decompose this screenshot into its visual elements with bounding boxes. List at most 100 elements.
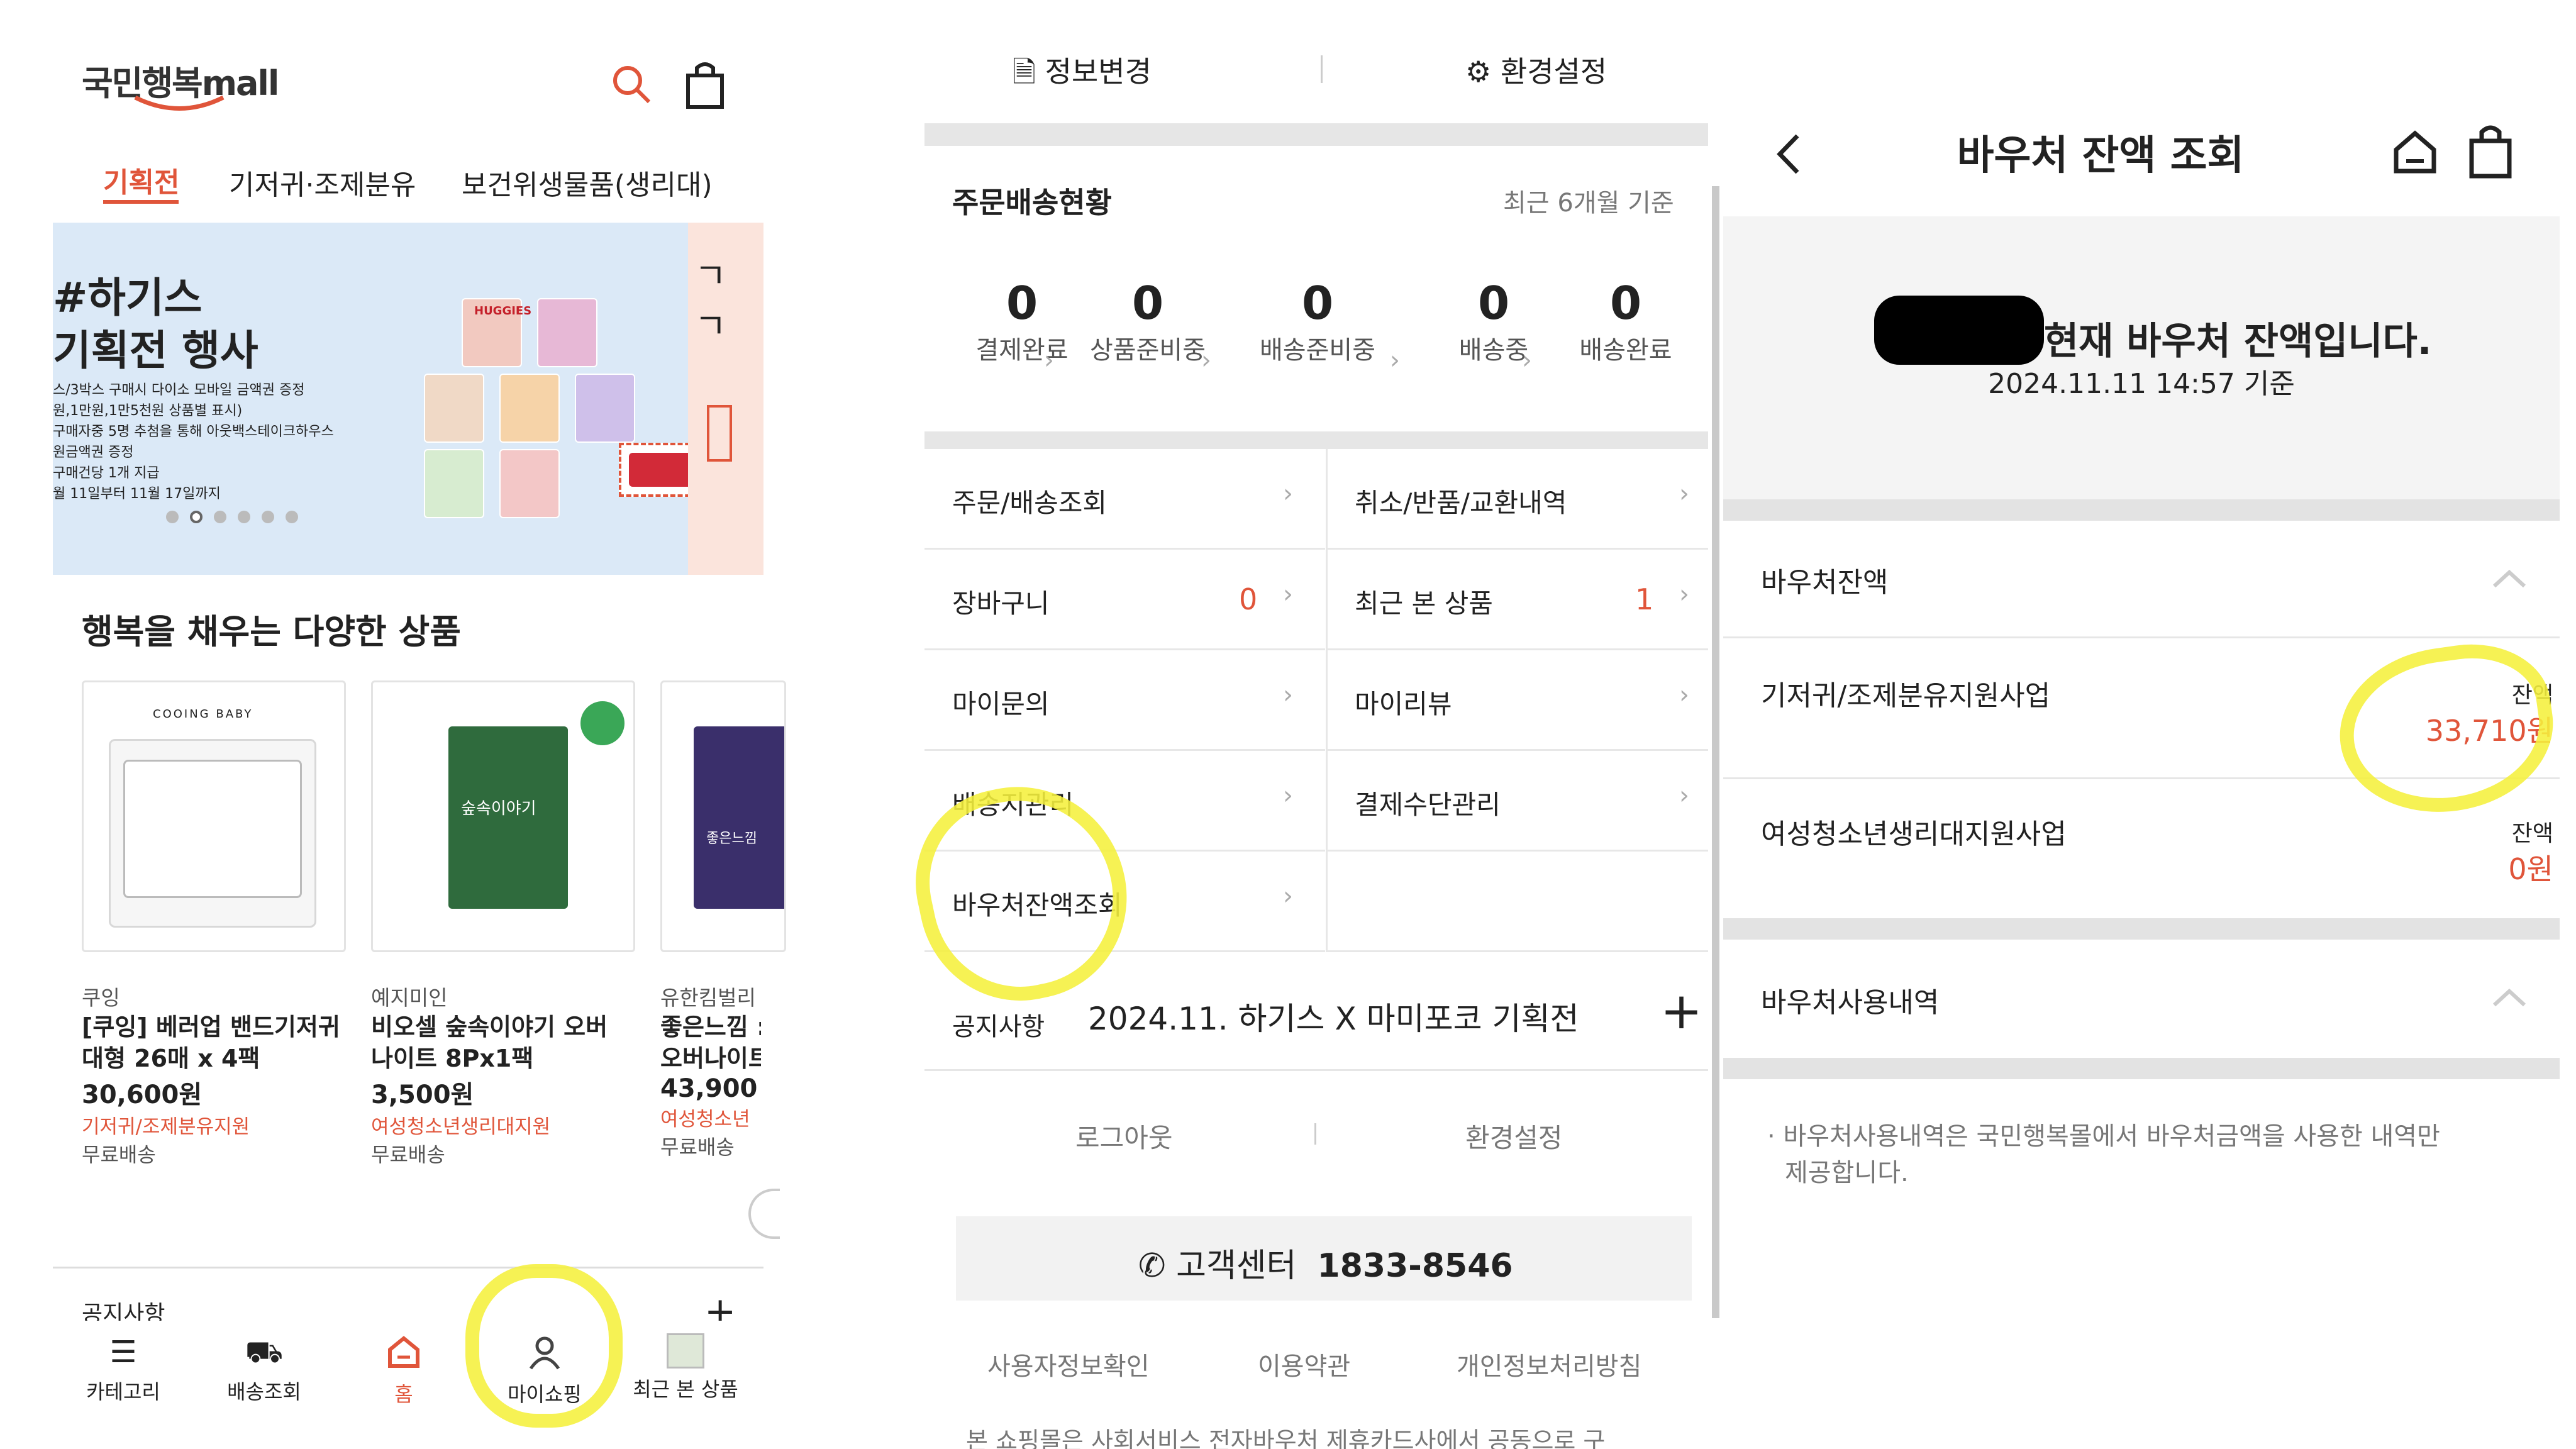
scroll-top-button[interactable]	[748, 1189, 780, 1239]
chevron-right-icon: ›	[1283, 580, 1293, 609]
order-status-item[interactable]: 0 배송중	[1421, 277, 1566, 366]
usage-note-line: 바우처사용내역은 국민행복몰에서 바우처금액을 사용한 내역만	[1783, 1122, 2440, 1151]
order-status-item[interactable]: 0 배송완료	[1553, 277, 1698, 366]
product-name: [쿠잉] 베러업 밴드기저귀	[82, 1013, 340, 1041]
menu-item[interactable]: 배송지관리 ›	[924, 751, 1325, 852]
nav-category[interactable]: ☰ 카테고리	[54, 1333, 192, 1405]
product-card[interactable]: COOING BABY	[82, 680, 346, 952]
order-status-item[interactable]: 0 배송준비중	[1233, 277, 1402, 366]
nav-delivery[interactable]: ⛟ 배송조회	[195, 1333, 333, 1405]
pager-dot[interactable]	[286, 511, 298, 523]
cart-icon[interactable]	[683, 60, 727, 111]
usage-section-title[interactable]: 바우처사용내역	[1761, 980, 1939, 1020]
nav-label: 마이쇼핑	[508, 1382, 582, 1406]
search-icon[interactable]	[610, 63, 654, 107]
divider	[1314, 1123, 1316, 1145]
product-shipping: 무료배송	[371, 1143, 445, 1167]
voucher-name: 여성청소년생리대지원사업	[1761, 818, 2067, 850]
order-status-subtitle: 최근 6개월 기준	[1503, 189, 1674, 218]
edit-info-button[interactable]: 🗎 정보변경	[1013, 49, 1152, 100]
menu-item[interactable]: 마이리뷰 ›	[1327, 650, 1708, 751]
button-label: 정보변경	[1045, 55, 1152, 89]
menu-item[interactable]: 바우처잔액조회 ›	[924, 852, 1325, 952]
order-status-item[interactable]: 0 결제완료	[950, 277, 1094, 366]
chevron-right-icon: ›	[1283, 781, 1293, 810]
footer-user-info-link[interactable]: 사용자정보확인	[987, 1346, 1150, 1382]
order-status-title: 주문배송현황	[952, 186, 1112, 219]
status-count: 0	[1609, 277, 1642, 330]
product-card[interactable]: 숲속이야기	[371, 680, 635, 952]
divider	[1321, 55, 1323, 83]
brand-mark: HUGGIES	[474, 304, 532, 318]
nav-home[interactable]: 홈	[335, 1333, 473, 1407]
status-label: 상품준비중	[1090, 336, 1206, 365]
menu-item-label: 결제수단관리	[1355, 789, 1501, 820]
chevron-right-icon: ›	[1283, 882, 1293, 911]
status-count: 0	[1006, 277, 1038, 330]
chevron-right-icon: ›	[1522, 346, 1532, 375]
summary-box: 현재 바우처 잔액입니다. 2024.11.11 14:57 기준	[1723, 216, 2560, 499]
back-icon[interactable]	[1774, 132, 1805, 176]
customer-center-button[interactable]: ✆ 고객센터 1833-8546	[956, 1216, 1692, 1301]
nav-label: 카테고리	[86, 1380, 160, 1404]
voucher-balance-screen: 바우처 잔액 조회 현재 바우처 잔액입니다. 2024.11.11 14:57…	[1723, 0, 2576, 1449]
chevron-up-icon[interactable]	[2490, 566, 2528, 591]
summary-date: 2024.11.11 14:57 기준	[1988, 368, 2295, 400]
pager-dot[interactable]	[166, 511, 179, 523]
menu-item-label: 주문/배송조회	[952, 487, 1107, 518]
section-divider	[1723, 1058, 2560, 1079]
button-label: 환경설정	[1500, 55, 1607, 89]
product-info[interactable]: 쿠잉 [쿠잉] 베러업 밴드기저귀 대형 26매 x 4팩 30,600원 기저…	[82, 981, 346, 1168]
footer-privacy-link[interactable]: 개인정보처리방침	[1457, 1346, 1641, 1382]
product-name: 비오셀 숲속이야기 오버	[371, 1013, 608, 1041]
menu-item[interactable]: 주문/배송조회 ›	[924, 449, 1325, 550]
pager-dot[interactable]	[190, 511, 203, 523]
balance-label: 잔액	[2511, 821, 2553, 847]
pager-dot[interactable]	[238, 511, 250, 523]
chevron-up-icon[interactable]	[2490, 985, 2528, 1010]
cart-icon[interactable]	[2465, 123, 2516, 180]
menu-item[interactable]: 장바구니 0 ›	[924, 550, 1325, 650]
promo-banner[interactable]: #하기스 기획전 행사 스/3박스 구매시 다이소 모바일 금액권 증정 원,1…	[53, 223, 763, 575]
product-tag: 여성청소년생리대지원	[371, 1116, 551, 1138]
status-label: 배송중	[1458, 336, 1529, 365]
product-info[interactable]: 유한킴벌리 좋은느낌 : 오버나이트 43,900 여성청소년 무료배송	[660, 981, 761, 1160]
section-divider	[1723, 499, 2560, 521]
menu-item-label: 장바구니	[952, 588, 1050, 619]
pack-label: COOING BABY	[153, 708, 253, 721]
balance-section-title[interactable]: 바우처잔액	[1761, 560, 1888, 600]
scrollbar[interactable]	[1712, 186, 1719, 1318]
footer-terms-link[interactable]: 이용약관	[1258, 1346, 1350, 1382]
chevron-right-icon: ›	[1283, 479, 1293, 508]
pack-label: 좋은느낌	[706, 831, 757, 847]
tab-sanitary[interactable]: 보건위생물품(생리대)	[462, 162, 713, 203]
tab-diapers[interactable]: 기저귀·조제분유	[229, 162, 416, 203]
tab-promotion[interactable]: 기획전	[103, 160, 179, 200]
menu-item[interactable]: 취소/반품/교환내역 ›	[1327, 449, 1708, 550]
order-status-item[interactable]: 0 상품준비중	[1075, 277, 1220, 366]
pager-dot[interactable]	[262, 511, 274, 523]
plus-icon[interactable]: +	[1660, 986, 1702, 1036]
menu-item[interactable]: 마이문의 ›	[924, 650, 1325, 751]
menu-item[interactable]: 결제수단관리 ›	[1327, 751, 1708, 852]
diaper-pack-image: HUGGIES	[380, 292, 719, 525]
notice-text[interactable]: 2024.11. 하기스 X 마미포코 기획전	[1088, 994, 1579, 1039]
product-info[interactable]: 예지미인 비오셀 숲속이야기 오버 나이트 8Px1팩 3,500원 여성청소년…	[371, 981, 635, 1168]
settings-link[interactable]: 환경설정	[1465, 1117, 1563, 1155]
product-card[interactable]: 좋은느낌	[660, 680, 786, 952]
product-tag: 여성청소년	[660, 1108, 750, 1131]
nav-recent[interactable]: 최근 본 상품	[616, 1333, 755, 1402]
chevron-right-icon: ›	[1044, 346, 1054, 375]
nav-my-shopping[interactable]: 마이쇼핑	[475, 1333, 614, 1407]
menu-icon: ☰	[109, 1335, 137, 1370]
notice-label: 공지사항	[952, 1013, 1045, 1041]
product-price: 3,500원	[371, 1080, 474, 1109]
logout-button[interactable]: 로그아웃	[1075, 1117, 1173, 1155]
settings-button[interactable]: ⚙ 환경설정	[1465, 49, 1607, 91]
logo-smile-icon	[134, 95, 225, 111]
menu-item[interactable]: 최근 본 상품 1 ›	[1327, 550, 1708, 650]
banner-pager[interactable]	[166, 511, 309, 526]
home-icon[interactable]	[2390, 126, 2440, 176]
pager-dot[interactable]	[214, 511, 226, 523]
status-count: 0	[1131, 277, 1164, 330]
